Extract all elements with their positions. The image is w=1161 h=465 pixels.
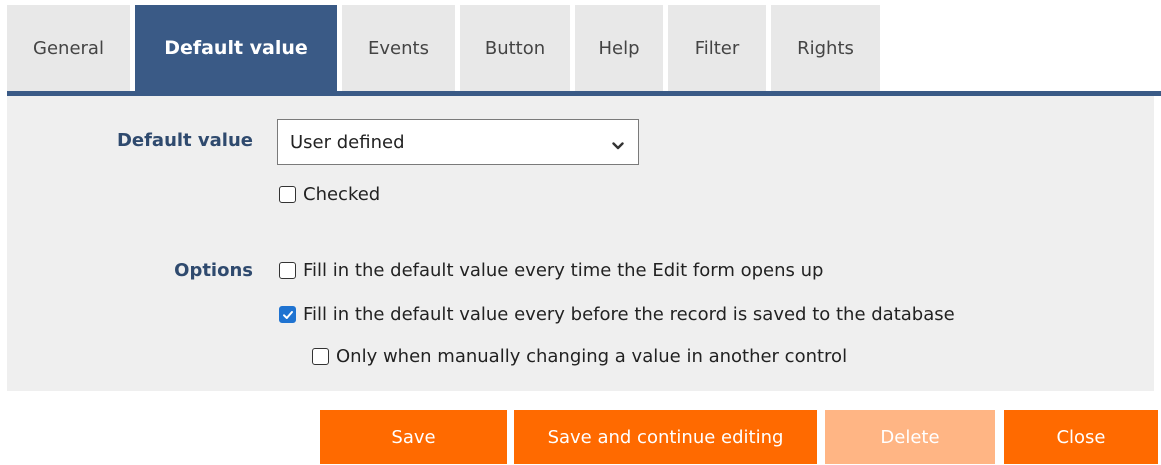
tab-button[interactable]: Button — [460, 5, 570, 91]
tab-label: Events — [368, 37, 429, 59]
option-row-manual-change[interactable]: Only when manually changing a value in a… — [312, 346, 847, 367]
tab-label: Rights — [797, 37, 854, 59]
option-label: Fill in the default value every time the… — [303, 260, 824, 281]
checked-checkbox-row[interactable]: Checked — [279, 184, 380, 205]
option-label: Only when manually changing a value in a… — [336, 346, 848, 367]
option-row-edit-form[interactable]: Fill in the default value every time the… — [279, 260, 823, 281]
delete-button[interactable]: Delete — [825, 410, 995, 464]
checkbox-label: Checked — [303, 184, 381, 205]
tab-label: Default value — [164, 37, 308, 59]
option-label: Fill in the default value every before t… — [303, 304, 955, 325]
option-row-before-save[interactable]: Fill in the default value every before t… — [279, 304, 955, 325]
tab-label: Help — [598, 37, 640, 59]
tab-bar: General Default value Events Button Help… — [7, 5, 880, 91]
tab-label: Button — [484, 37, 546, 59]
option-checkbox[interactable] — [279, 306, 296, 323]
tab-help[interactable]: Help — [575, 5, 663, 91]
save-button[interactable]: Save — [320, 410, 507, 464]
chevron-down-icon — [612, 136, 624, 150]
save-and-continue-button[interactable]: Save and continue editing — [514, 410, 817, 464]
checkmark-icon — [282, 310, 293, 319]
checked-checkbox[interactable] — [279, 186, 296, 203]
default-value-select[interactable]: User defined — [277, 119, 639, 165]
options-label: Options — [174, 260, 253, 281]
tab-label: General — [33, 37, 104, 59]
tab-general[interactable]: General — [7, 5, 130, 91]
default-value-panel: Default value User defined Checked Optio… — [7, 96, 1154, 391]
select-value: User defined — [290, 131, 405, 153]
tab-rights[interactable]: Rights — [771, 5, 880, 91]
tab-events[interactable]: Events — [342, 5, 455, 91]
close-button[interactable]: Close — [1004, 410, 1158, 464]
tab-label: Filter — [694, 37, 740, 59]
option-checkbox[interactable] — [312, 348, 329, 365]
default-value-label: Default value — [116, 130, 253, 151]
tab-filter[interactable]: Filter — [668, 5, 766, 91]
tab-default-value[interactable]: Default value — [135, 5, 337, 91]
option-checkbox[interactable] — [279, 262, 296, 279]
